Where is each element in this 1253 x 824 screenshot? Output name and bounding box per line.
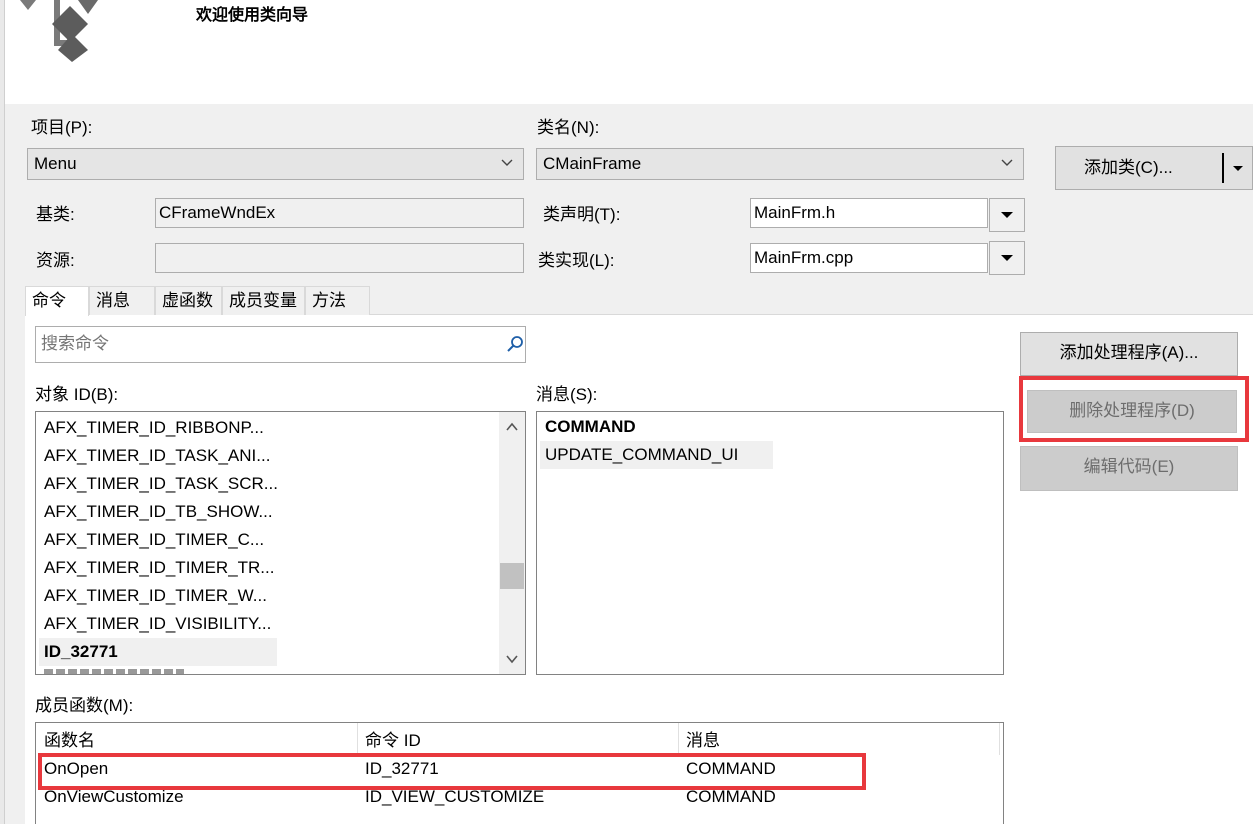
table-cell: COMMAND <box>686 787 776 806</box>
tab-label: 虚函数 <box>162 291 213 310</box>
split-divider <box>1222 153 1224 183</box>
search-input[interactable] <box>39 331 499 357</box>
scroll-down-icon[interactable] <box>505 652 519 666</box>
class-decl-field[interactable]: MainFrm.h <box>750 198 988 228</box>
column-divider[interactable] <box>678 723 679 755</box>
class-impl-label: 类实现(L): <box>538 251 615 270</box>
project-combo[interactable]: Menu <box>27 148 524 180</box>
column-header[interactable]: 函数名 <box>44 731 95 751</box>
table-header: 函数名 命令 ID 消息 <box>36 723 1003 755</box>
search-box[interactable] <box>35 326 526 363</box>
table-cell: ID_VIEW_CUSTOMIZE <box>365 787 545 806</box>
wizard-title: 欢迎使用类向导 <box>196 5 309 24</box>
dropdown-arrow-icon <box>1001 212 1013 218</box>
chevron-down-icon <box>1001 159 1013 166</box>
classname-value: CMainFrame <box>543 154 642 173</box>
search-icon[interactable] <box>506 335 524 353</box>
tab-label: 命令 <box>32 291 66 310</box>
column-divider[interactable] <box>357 723 358 755</box>
list-item-partial <box>44 669 184 674</box>
tab-virtual-functions[interactable]: 虚函数 <box>155 286 222 315</box>
resource-label: 资源: <box>36 251 75 270</box>
list-item[interactable]: AFX_TIMER_ID_TIMER_TR... <box>44 554 274 582</box>
list-item[interactable]: AFX_TIMER_ID_TASK_SCR... <box>44 470 278 498</box>
list-item[interactable]: COMMAND <box>545 413 636 441</box>
object-ids-label: 对象 ID(B): <box>35 385 119 404</box>
list-item[interactable]: AFX_TIMER_ID_VISIBILITY... <box>44 610 271 638</box>
tab-commands[interactable]: 命令 <box>25 286 89 316</box>
tab-label: 消息 <box>96 291 130 310</box>
dropdown-arrow-icon[interactable] <box>1233 166 1243 171</box>
add-class-label: 添加类(C)... <box>1084 158 1173 177</box>
scrollbar-thumb[interactable] <box>500 563 524 589</box>
list-item[interactable]: AFX_TIMER_ID_RIBBONP... <box>44 414 264 442</box>
chevron-down-icon <box>501 159 513 166</box>
scrollbar[interactable] <box>499 412 525 674</box>
list-item-selected[interactable]: ID_32771 <box>39 638 277 666</box>
list-item[interactable]: AFX_TIMER_ID_TASK_ANI... <box>44 442 270 470</box>
messages-label: 消息(S): <box>536 385 598 404</box>
tab-label: 成员变量 <box>229 291 297 310</box>
highlight-box <box>38 753 866 790</box>
table-cell: OnViewCustomize <box>44 787 184 806</box>
list-item[interactable]: AFX_TIMER_ID_TIMER_C... <box>44 526 264 554</box>
base-class-field: CFrameWndEx <box>155 198 524 228</box>
message-list[interactable]: COMMAND UPDATE_COMMAND_UI <box>536 411 1004 675</box>
tab-methods[interactable]: 方法 <box>305 286 370 315</box>
dropdown-arrow-icon <box>1001 255 1013 261</box>
scroll-up-icon[interactable] <box>505 420 519 434</box>
list-item[interactable]: AFX_TIMER_ID_TB_SHOW... <box>44 498 273 526</box>
base-class-label: 基类: <box>36 205 75 224</box>
classname-label: 类名(N): <box>537 118 600 137</box>
project-label: 项目(P): <box>31 118 93 137</box>
project-value: Menu <box>34 154 77 173</box>
column-header[interactable]: 命令 ID <box>365 731 421 751</box>
column-header[interactable]: 消息 <box>686 731 720 751</box>
tab-messages[interactable]: 消息 <box>89 286 155 315</box>
classname-combo[interactable]: CMainFrame <box>536 148 1024 180</box>
highlight-box <box>1019 376 1249 442</box>
object-id-list[interactable]: AFX_TIMER_ID_RIBBONP... AFX_TIMER_ID_TAS… <box>35 411 526 675</box>
member-functions-label: 成员函数(M): <box>35 696 134 715</box>
add-handler-button[interactable]: 添加处理程序(A)... <box>1020 332 1238 376</box>
add-class-button[interactable]: 添加类(C)... <box>1055 146 1253 190</box>
edit-code-button[interactable]: 编辑代码(E) <box>1020 446 1238 491</box>
list-item-selected[interactable]: UPDATE_COMMAND_UI <box>540 441 773 469</box>
tab-member-variables[interactable]: 成员变量 <box>222 286 305 315</box>
class-decl-dropdown-button[interactable] <box>989 198 1025 232</box>
class-impl-dropdown-button[interactable] <box>989 241 1025 275</box>
class-impl-field[interactable]: MainFrm.cpp <box>750 243 988 273</box>
column-divider[interactable] <box>999 723 1000 755</box>
class-wizard-icon <box>20 0 98 62</box>
list-item[interactable]: AFX_TIMER_ID_TIMER_W... <box>44 582 267 610</box>
class-decl-label: 类声明(T): <box>543 205 621 224</box>
wizard-header <box>5 0 1253 104</box>
resource-field <box>155 243 524 273</box>
tab-label: 方法 <box>312 291 346 310</box>
